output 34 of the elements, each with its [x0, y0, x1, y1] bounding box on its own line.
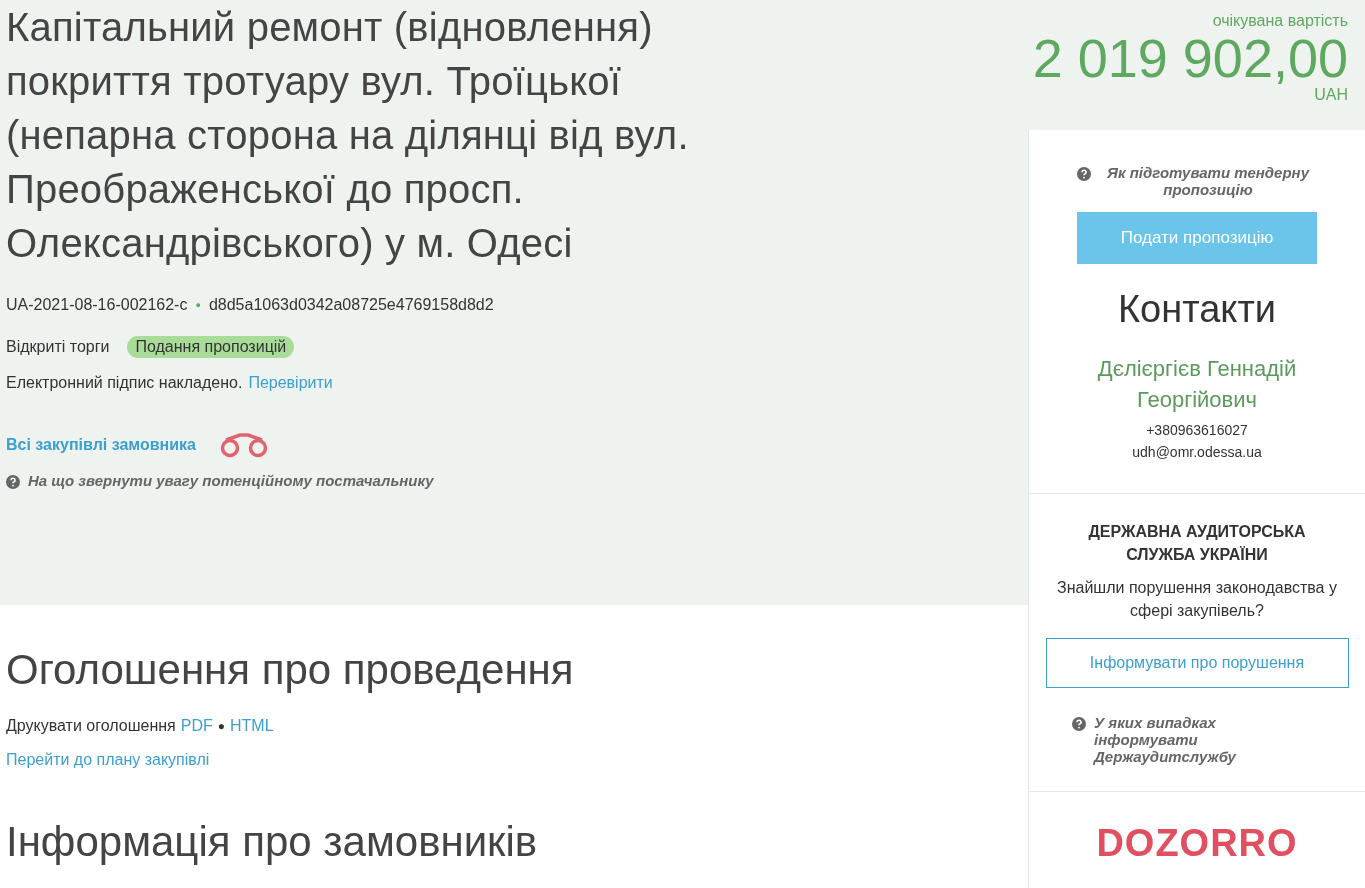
- report-button[interactable]: Інформувати про порушення: [1045, 638, 1349, 688]
- html-link[interactable]: HTML: [230, 717, 274, 735]
- audit-question: Знайшли порушення законодавства у сфері закупівель?: [1056, 578, 1338, 621]
- tender-id: UA-2021-08-16-002162-c: [6, 296, 188, 314]
- dozorro-logo[interactable]: DOZORRO: [1096, 822, 1298, 865]
- verify-link[interactable]: Перевірити: [248, 374, 333, 392]
- signature-text: Електронний підпис накладено.: [6, 374, 243, 392]
- help-icon: [1077, 167, 1091, 181]
- help-icon: [1072, 717, 1086, 731]
- procedure-type: Відкриті торги: [6, 338, 110, 356]
- status-badge: Подання пропозицій: [127, 336, 295, 358]
- tender-title: Капітальний ремонт (відновлення) покриття тротуару вул. Троїцької (непарна сторона на ділянці від вул. Преображенської до просп. Олександрівського) у м. Одесі: [6, 4, 690, 267]
- price-currency: UAH: [1314, 86, 1348, 104]
- contact-email: udh@omr.odessa.ua: [1132, 443, 1262, 462]
- help-icon: [6, 475, 20, 489]
- price-label: очікувана вартість: [1212, 12, 1348, 30]
- audit-hint-link[interactable]: У яких випадках інформувати Держаудитслужбу: [1094, 714, 1322, 765]
- buyer-tenders-link[interactable]: Всі закупівлі замовника: [6, 436, 196, 454]
- section-heading: Інформація про замовників: [6, 817, 539, 867]
- submit-button[interactable]: Подати пропозицію: [1077, 212, 1317, 264]
- proposal-hint-link[interactable]: Як підготувати тендерну пропозицію: [1099, 164, 1317, 198]
- price-amount: 2 019 902,00: [1032, 30, 1348, 86]
- pdf-link[interactable]: PDF: [180, 717, 213, 735]
- separator-dot: ●: [195, 300, 201, 310]
- contact-name: Дєлієргієв Геннадій Георгійович: [1096, 355, 1298, 414]
- section-heading: Оголошення про проведення: [6, 645, 575, 695]
- supplier-hint-link[interactable]: На що звернути увагу потенційному постачальнику: [28, 472, 434, 489]
- separator-dot: ●: [217, 719, 225, 733]
- audit-title: ДЕРЖАВНА АУДИТОРСЬКА СЛУЖБА УКРАЇНИ: [1087, 522, 1307, 565]
- tender-hash: d8d5a1063d0342a08725e4769158d8d2: [208, 296, 494, 314]
- contact-phone: +380963616027: [1146, 421, 1248, 440]
- contacts-heading: Контакти: [1117, 288, 1277, 331]
- plan-link[interactable]: Перейти до плану закупівлі: [6, 751, 210, 769]
- print-label: Друкувати оголошення: [6, 717, 176, 735]
